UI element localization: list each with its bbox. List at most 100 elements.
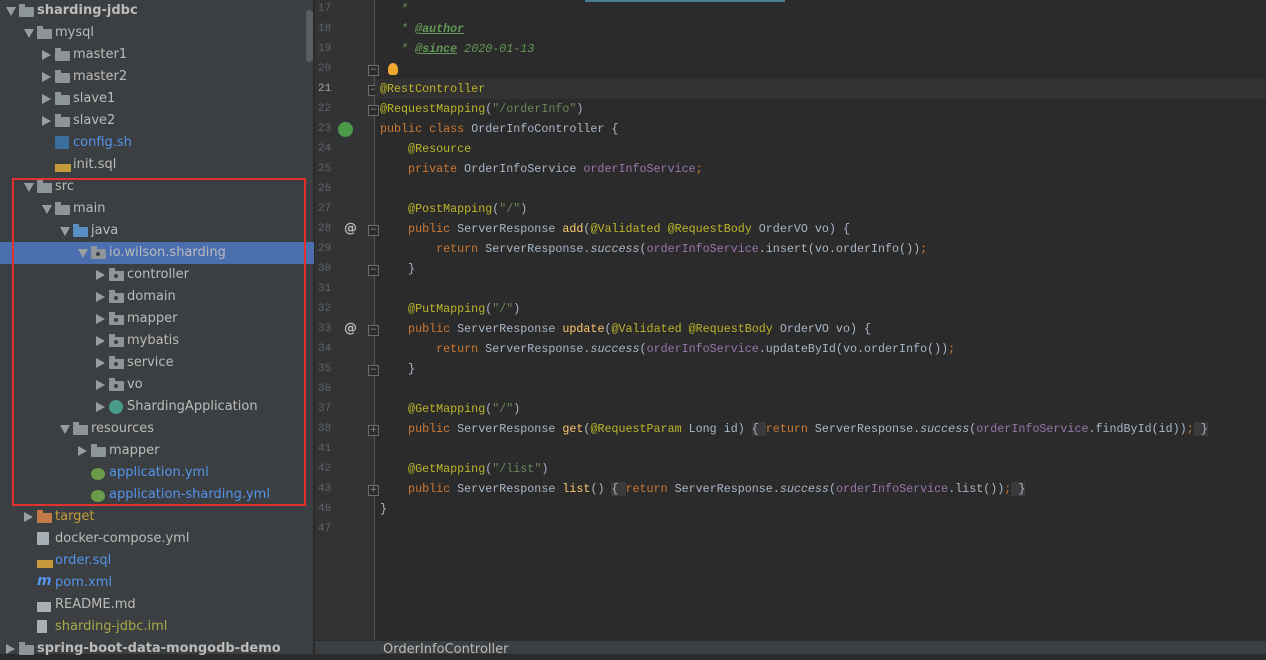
line-number: 38 <box>318 423 332 435</box>
tree-item[interactable]: main <box>0 198 314 220</box>
code-line[interactable]: public ServerResponse get(@RequestParam … <box>380 419 1266 439</box>
expand-arrow-icon[interactable] <box>24 183 34 192</box>
tree-item[interactable]: service <box>0 352 314 374</box>
collapse-arrow-icon[interactable] <box>42 50 51 60</box>
collapse-arrow-icon[interactable] <box>96 402 105 412</box>
code-editor[interactable]: 17 18 19 20−21−22−23 24 25 26 27 28− @29 30−31 32 33… <box>315 0 1266 640</box>
tree-item[interactable]: mybatis <box>0 330 314 352</box>
tree-item[interactable]: spring-boot-data-mongodb-demo <box>0 638 314 660</box>
code-line[interactable]: * @since 2020-01-13 <box>380 39 1266 59</box>
breadcrumb-item[interactable]: OrderInfoController <box>383 642 509 657</box>
tree-item[interactable]: init.sql <box>0 154 314 176</box>
code-line[interactable]: return ServerResponse.success(orderInfoS… <box>380 339 1266 359</box>
tree-item[interactable]: application-sharding.yml <box>0 484 314 506</box>
at-mapping-icon[interactable]: @ <box>344 221 357 236</box>
fold-expand-icon[interactable]: + <box>368 425 379 436</box>
code-line[interactable]: private OrderInfoService orderInfoServic… <box>380 159 1266 179</box>
tree-item[interactable]: resources <box>0 418 314 440</box>
code-line[interactable] <box>380 519 1266 539</box>
tree-item[interactable]: master1 <box>0 44 314 66</box>
collapse-arrow-icon[interactable] <box>42 116 51 126</box>
code-line[interactable] <box>380 179 1266 199</box>
tree-item[interactable]: domain <box>0 286 314 308</box>
expand-arrow-icon[interactable] <box>78 249 88 258</box>
folder-icon <box>55 114 70 127</box>
fold-collapse-icon[interactable]: − <box>368 105 379 116</box>
collapse-arrow-icon[interactable] <box>96 270 105 280</box>
tree-item[interactable]: mysql <box>0 22 314 44</box>
tree-item[interactable]: config.sh <box>0 132 314 154</box>
tree-item[interactable]: vo <box>0 374 314 396</box>
expand-arrow-icon[interactable] <box>60 425 70 434</box>
tree-item-label: docker-compose.yml <box>55 531 190 546</box>
code-line[interactable] <box>380 279 1266 299</box>
code-line[interactable]: public ServerResponse list() { return Se… <box>380 479 1266 499</box>
collapse-arrow-icon[interactable] <box>96 358 105 368</box>
expand-arrow-icon[interactable] <box>24 29 34 38</box>
tree-item[interactable]: src <box>0 176 314 198</box>
tree-item[interactable]: ShardingApplication <box>0 396 314 418</box>
collapse-arrow-icon[interactable] <box>96 292 105 302</box>
code-line[interactable]: public ServerResponse add(@Validated @Re… <box>380 219 1266 239</box>
code-line[interactable]: @PutMapping("/") <box>380 299 1266 319</box>
code-line[interactable] <box>380 59 1266 79</box>
code-line[interactable]: } <box>380 259 1266 279</box>
tree-item[interactable]: application.yml <box>0 462 314 484</box>
tree-item[interactable]: docker-compose.yml <box>0 528 314 550</box>
at-mapping-icon[interactable]: @ <box>344 321 357 336</box>
tree-item[interactable]: m pom.xml <box>0 572 314 594</box>
code-token: "/" <box>492 302 514 316</box>
collapse-arrow-icon[interactable] <box>42 72 51 82</box>
tree-item[interactable]: mapper <box>0 308 314 330</box>
tree-item[interactable]: controller <box>0 264 314 286</box>
line-number: 21 <box>318 83 332 95</box>
fold-collapse-icon[interactable]: − <box>368 265 379 276</box>
tree-item[interactable]: order.sql <box>0 550 314 572</box>
tree-item[interactable]: sharding-jdbc.iml <box>0 616 314 638</box>
code-line[interactable] <box>380 439 1266 459</box>
collapse-arrow-icon[interactable] <box>78 446 87 456</box>
fold-collapse-icon[interactable]: − <box>368 225 379 236</box>
tree-scrollbar[interactable] <box>306 10 313 62</box>
collapse-arrow-icon[interactable] <box>96 380 105 390</box>
tree-item[interactable]: master2 <box>0 66 314 88</box>
code-line[interactable]: @RequestMapping("/orderInfo") <box>380 99 1266 119</box>
spring-bean-icon[interactable] <box>338 122 353 137</box>
fold-collapse-icon[interactable]: − <box>368 325 379 336</box>
code-line[interactable]: @RestController <box>375 79 1266 99</box>
tree-item[interactable]: java <box>0 220 314 242</box>
tree-item[interactable]: mapper <box>0 440 314 462</box>
expand-arrow-icon[interactable] <box>60 227 70 236</box>
expand-arrow-icon[interactable] <box>6 7 16 16</box>
tree-item[interactable]: sharding-jdbc <box>0 0 314 22</box>
docker-compose-file-icon <box>37 532 49 545</box>
collapse-arrow-icon[interactable] <box>24 512 33 522</box>
code-line[interactable]: @PostMapping("/") <box>380 199 1266 219</box>
code-line[interactable]: @GetMapping("/list") <box>380 459 1266 479</box>
collapse-arrow-icon[interactable] <box>96 336 105 346</box>
tree-item[interactable]: target <box>0 506 314 528</box>
tree-item[interactable]: README.md <box>0 594 314 616</box>
code-line[interactable]: } <box>380 359 1266 379</box>
tree-item[interactable]: slave1 <box>0 88 314 110</box>
fold-collapse-icon[interactable]: − <box>368 365 379 376</box>
code-line[interactable]: @Resource <box>380 139 1266 159</box>
code-line[interactable]: * @author <box>380 19 1266 39</box>
fold-collapse-icon[interactable]: − <box>368 65 379 76</box>
code-line[interactable]: @GetMapping("/") <box>380 399 1266 419</box>
tree-item[interactable]: io.wilson.sharding <box>0 242 314 264</box>
expand-arrow-icon[interactable] <box>42 205 52 214</box>
code-token: } <box>1011 482 1026 496</box>
collapse-arrow-icon[interactable] <box>96 314 105 324</box>
code-line[interactable]: public ServerResponse update(@Validated … <box>380 319 1266 339</box>
line-number: 26 <box>318 183 332 195</box>
tree-item[interactable]: slave2 <box>0 110 314 132</box>
code-line[interactable]: * <box>380 0 1266 19</box>
code-line[interactable]: } <box>380 499 1266 519</box>
code-line[interactable]: return ServerResponse.success(orderInfoS… <box>380 239 1266 259</box>
collapse-arrow-icon[interactable] <box>6 644 15 654</box>
collapse-arrow-icon[interactable] <box>42 94 51 104</box>
code-line[interactable]: public class OrderInfoController { <box>380 119 1266 139</box>
fold-expand-icon[interactable]: + <box>368 485 379 496</box>
code-line[interactable] <box>380 379 1266 399</box>
